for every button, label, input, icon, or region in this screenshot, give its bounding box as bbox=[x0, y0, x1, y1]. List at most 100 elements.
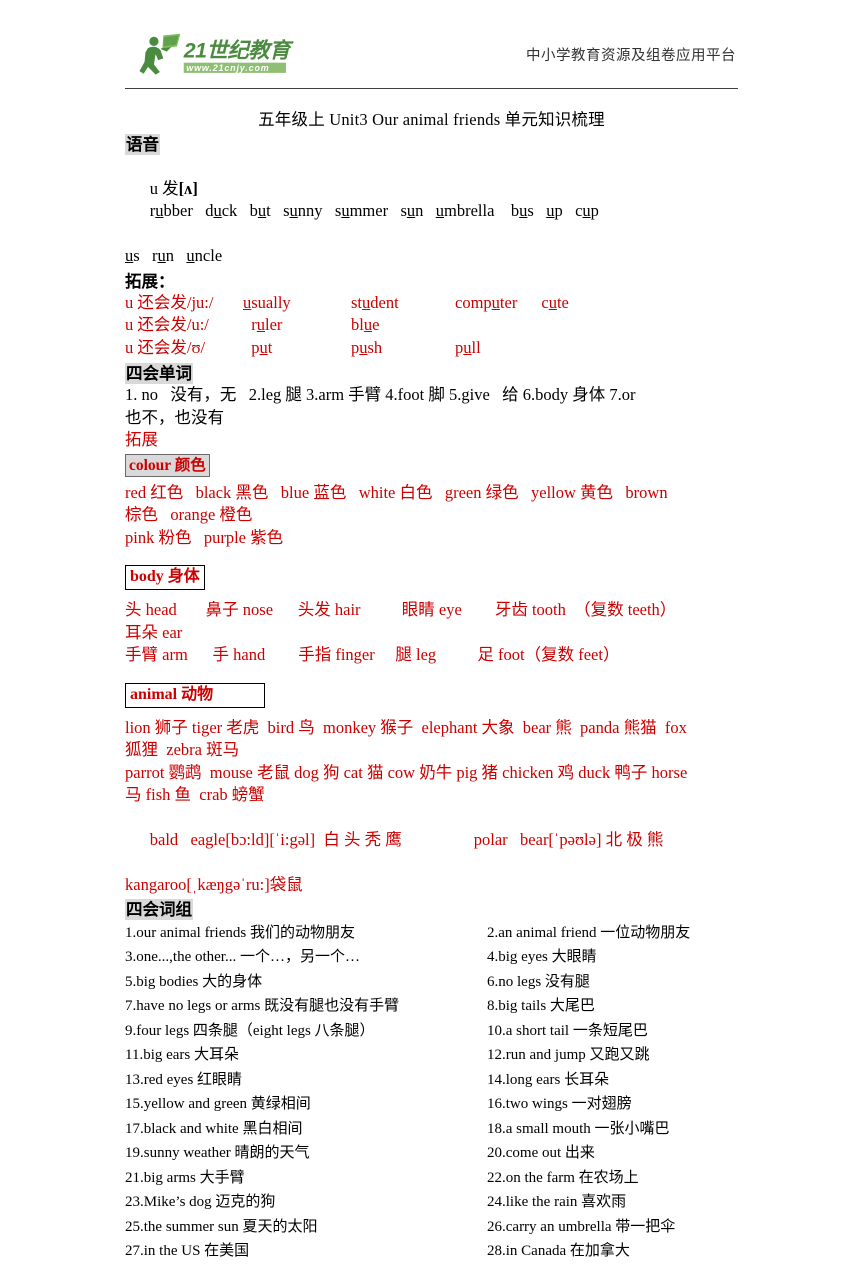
logo-icon: 21世纪教育 www.21cnjy.com bbox=[139, 33, 295, 75]
animal-line5-left: bald eagle[bɔ:ld][ˈi:gəl] 白 头 秃 鹰 bbox=[149, 830, 402, 849]
phonics-word: blue bbox=[351, 315, 380, 334]
animal-line5: bald eagle[bɔ:ld][ˈi:gəl] 白 头 秃 鹰 polar b… bbox=[125, 807, 738, 875]
phonics-expand-label: u 还会发/ju:/ bbox=[125, 292, 214, 312]
animal-heading-wrap: animal 动物 bbox=[125, 682, 738, 708]
phrase-row: 25.the summer sun 夏天的太阳 26.carry an umbr… bbox=[125, 1215, 738, 1240]
phonics-rule-symbol: [ʌ] bbox=[178, 178, 198, 198]
phonics-expand-row-1: u 还会发/ju:/ usually student computer cute bbox=[125, 292, 738, 315]
phonics-word: computer bbox=[455, 292, 518, 312]
colour-heading-wrap: colour 颜色 bbox=[125, 453, 738, 477]
phonics-expand-words: put push pull bbox=[243, 337, 529, 360]
phrase-right: 8.big tails 大尾巴 bbox=[487, 998, 595, 1014]
phrase-left: 23.Mike’s dog 迈克的狗 bbox=[125, 1194, 276, 1210]
phonics-words-line1: rubber duck but sunny summer sun umbrell… bbox=[149, 201, 599, 220]
phrase-row: 27.in the US 在美国 28.in Canada 在加拿大 bbox=[125, 1239, 738, 1264]
colour-heading: colour 颜色 bbox=[125, 453, 210, 477]
phonics-word: student bbox=[351, 292, 399, 312]
phonics-expand-row-3: u 还会发/ʊ/ put push pull bbox=[125, 337, 738, 360]
animal-line3: parrot 鹦鹉 mouse 老鼠 dog 狗 cat 猫 cow 奶牛 pi… bbox=[125, 762, 688, 782]
phonics-expand-label: u 还会发/u:/ bbox=[125, 315, 209, 334]
body-line1: 头 head 鼻子 nose 头发 hair 眼睛 eye 牙齿 tooth （… bbox=[125, 600, 677, 619]
body-heading: body 身体 bbox=[125, 565, 205, 590]
site-logo: 21世纪教育 www.21cnjy.com bbox=[125, 32, 297, 78]
animal-line2: 狐狸 zebra 斑马 bbox=[125, 740, 240, 759]
colour-line1: red 红色 black 黑色 blue 蓝色 white 白色 green 绿… bbox=[125, 482, 668, 502]
phrase-left: 7.have no legs or arms 既没有腿也没有手臂 bbox=[125, 998, 400, 1014]
phonics-word: put bbox=[243, 337, 273, 357]
phrase-right: 24.like the rain 喜欢雨 bbox=[487, 1194, 627, 1210]
document-page: 21世纪教育 www.21cnjy.com 中小学教育资源及组卷应用平台 五年级… bbox=[0, 0, 860, 1259]
header-divider bbox=[125, 88, 738, 89]
phrase-left: 19.sunny weather 晴朗的天气 bbox=[125, 1145, 310, 1161]
phonics-expand-words: usually student computer cute bbox=[243, 292, 569, 315]
phrase-right: 12.run and jump 又跑又跳 bbox=[487, 1047, 650, 1063]
phrase-row: 23.Mike’s dog 迈克的狗 24.like the rain 喜欢雨 bbox=[125, 1190, 738, 1215]
phrase-left: 1.our animal friends 我们的动物朋友 bbox=[125, 924, 355, 941]
colour-line2: 棕色 orange 橙色 bbox=[125, 505, 253, 524]
phrase-right: 16.two wings 一对翅膀 bbox=[487, 1096, 632, 1112]
phrases-heading: 四会词组 bbox=[125, 898, 193, 920]
phonics-expand-label: u 还会发/ʊ/ bbox=[125, 337, 206, 357]
animal-line1: lion 狮子 tiger 老虎 bird 鸟 monkey 猴子 elepha… bbox=[125, 717, 687, 737]
phrase-row: 13.red eyes 红眼睛 14.long ears 长耳朵 bbox=[125, 1068, 738, 1093]
phonics-rule-prefix: u 发 bbox=[149, 178, 179, 198]
animal-line4: 马 fish 鱼 crab 螃蟹 bbox=[125, 785, 265, 804]
header-tagline: 中小学教育资源及组卷应用平台 bbox=[526, 47, 736, 64]
animal-line6: kangaroo[ˌkæŋgəˈru:]袋鼠 bbox=[125, 875, 303, 894]
phrase-left: 21.big arms 大手臂 bbox=[125, 1169, 245, 1186]
phrase-row: 19.sunny weather 晴朗的天气 20.come out 出来 bbox=[125, 1141, 738, 1166]
phrase-left: 25.the summer sun 夏天的太阳 bbox=[125, 1218, 318, 1235]
phonics-word: push bbox=[351, 337, 383, 357]
phrase-left: 9.four legs 四条腿（eight legs 八条腿） bbox=[125, 1022, 375, 1039]
phrase-row: 1.our animal friends 我们的动物朋友 2.an animal… bbox=[125, 921, 738, 946]
section-phrases: 四会词组 1.our animal friends 我们的动物朋友 2.an a… bbox=[125, 898, 738, 1264]
phrase-left: 15.yellow and green 黄绿相间 bbox=[125, 1096, 311, 1112]
svg-text:www.21cnjy.com: www.21cnjy.com bbox=[186, 63, 269, 73]
phonics-heading: 语音 bbox=[125, 134, 160, 155]
phonics-expand-words: ruler blue bbox=[243, 314, 455, 337]
section-four-words: 四会单词 1. no 没有，无 2.leg 腿 3.arm 手臂 4.foot … bbox=[125, 363, 738, 452]
section-colour: colour 颜色 red 红色 black 黑色 blue 蓝色 white … bbox=[125, 453, 738, 550]
page-title: 五年级上 Unit3 Our animal friends 单元知识梳理 bbox=[258, 110, 605, 129]
four-words-line2: 也不，也没有 bbox=[125, 407, 224, 427]
phrases-heading-wrap: 四会词组 bbox=[125, 898, 738, 920]
section-phonics: 语音 u 发[ʌ] rubber duck but sunny summer s… bbox=[125, 134, 738, 359]
phrase-right: 14.long ears 长耳朵 bbox=[487, 1071, 610, 1088]
phrase-right: 6.no legs 没有腿 bbox=[487, 973, 590, 990]
svg-text:21世纪教育: 21世纪教育 bbox=[183, 39, 294, 63]
phonics-heading-wrap: 语音 bbox=[125, 134, 738, 155]
phrase-row: 17.black and white 黑白相间 18.a small mouth… bbox=[125, 1117, 738, 1142]
phrase-row: 11.big ears 大耳朵 12.run and jump 又跑又跳 bbox=[125, 1043, 738, 1068]
phonics-word: usually bbox=[243, 292, 291, 312]
body-line2: 耳朵 ear bbox=[125, 622, 183, 642]
four-words-expand-label: 拓展 bbox=[125, 430, 158, 449]
section-animal: animal 动物 lion 狮子 tiger 老虎 bird 鸟 monkey… bbox=[125, 682, 738, 897]
phrase-right: 20.come out 出来 bbox=[487, 1145, 595, 1161]
phrase-left: 3.one...,the other... 一个…，另一个… bbox=[125, 949, 360, 965]
four-words-line1: 1. no 没有，无 2.leg 腿 3.arm 手臂 4.foot 脚 5.g… bbox=[125, 385, 636, 404]
phonics-expand-heading: 拓展： bbox=[125, 271, 175, 291]
phonics-rule-line: u 发[ʌ] rubber duck but sunny summer sun … bbox=[125, 155, 738, 245]
page-header: 21世纪教育 www.21cnjy.com 中小学教育资源及组卷应用平台 bbox=[125, 0, 738, 86]
phrases-list: 1.our animal friends 我们的动物朋友 2.an animal… bbox=[125, 921, 738, 1264]
phrase-right: 10.a short tail 一条短尾巴 bbox=[487, 1022, 648, 1039]
phrase-left: 17.black and white 黑白相间 bbox=[125, 1120, 303, 1137]
phrase-right: 28.in Canada 在加拿大 bbox=[487, 1243, 630, 1259]
phrase-row: 3.one...,the other... 一个…，另一个… 4.big eye… bbox=[125, 945, 738, 970]
body-heading-wrap: body 身体 bbox=[125, 565, 738, 590]
phonics-word: ruler bbox=[243, 315, 283, 334]
phrase-row: 5.big bodies 大的身体 6.no legs 没有腿 bbox=[125, 970, 738, 995]
four-words-heading-wrap: 四会单词 bbox=[125, 363, 738, 384]
phrase-right: 22.on the farm 在农场上 bbox=[487, 1169, 639, 1186]
phrase-left: 13.red eyes 红眼睛 bbox=[125, 1071, 243, 1088]
animal-line5-right: polar bear[ˈpəʊlə] 北 极 熊 bbox=[473, 830, 664, 849]
phrase-right: 2.an animal friend 一位动物朋友 bbox=[487, 924, 691, 941]
phrase-right: 26.carry an umbrella 带一把伞 bbox=[487, 1218, 676, 1235]
phrase-row: 21.big arms 大手臂 22.on the farm 在农场上 bbox=[125, 1166, 738, 1191]
four-words-heading: 四会单词 bbox=[125, 363, 193, 384]
phrase-row: 15.yellow and green 黄绿相间 16.two wings 一对… bbox=[125, 1092, 738, 1117]
colour-line3: pink 粉色 purple 紫色 bbox=[125, 527, 284, 547]
body-line3: 手臂 arm 手 hand 手指 finger 腿 leg 足 foot（复数 … bbox=[125, 645, 620, 664]
phrase-left: 11.big ears 大耳朵 bbox=[125, 1047, 240, 1063]
phrase-row: 9.four legs 四条腿（eight legs 八条腿） 10.a sho… bbox=[125, 1019, 738, 1044]
